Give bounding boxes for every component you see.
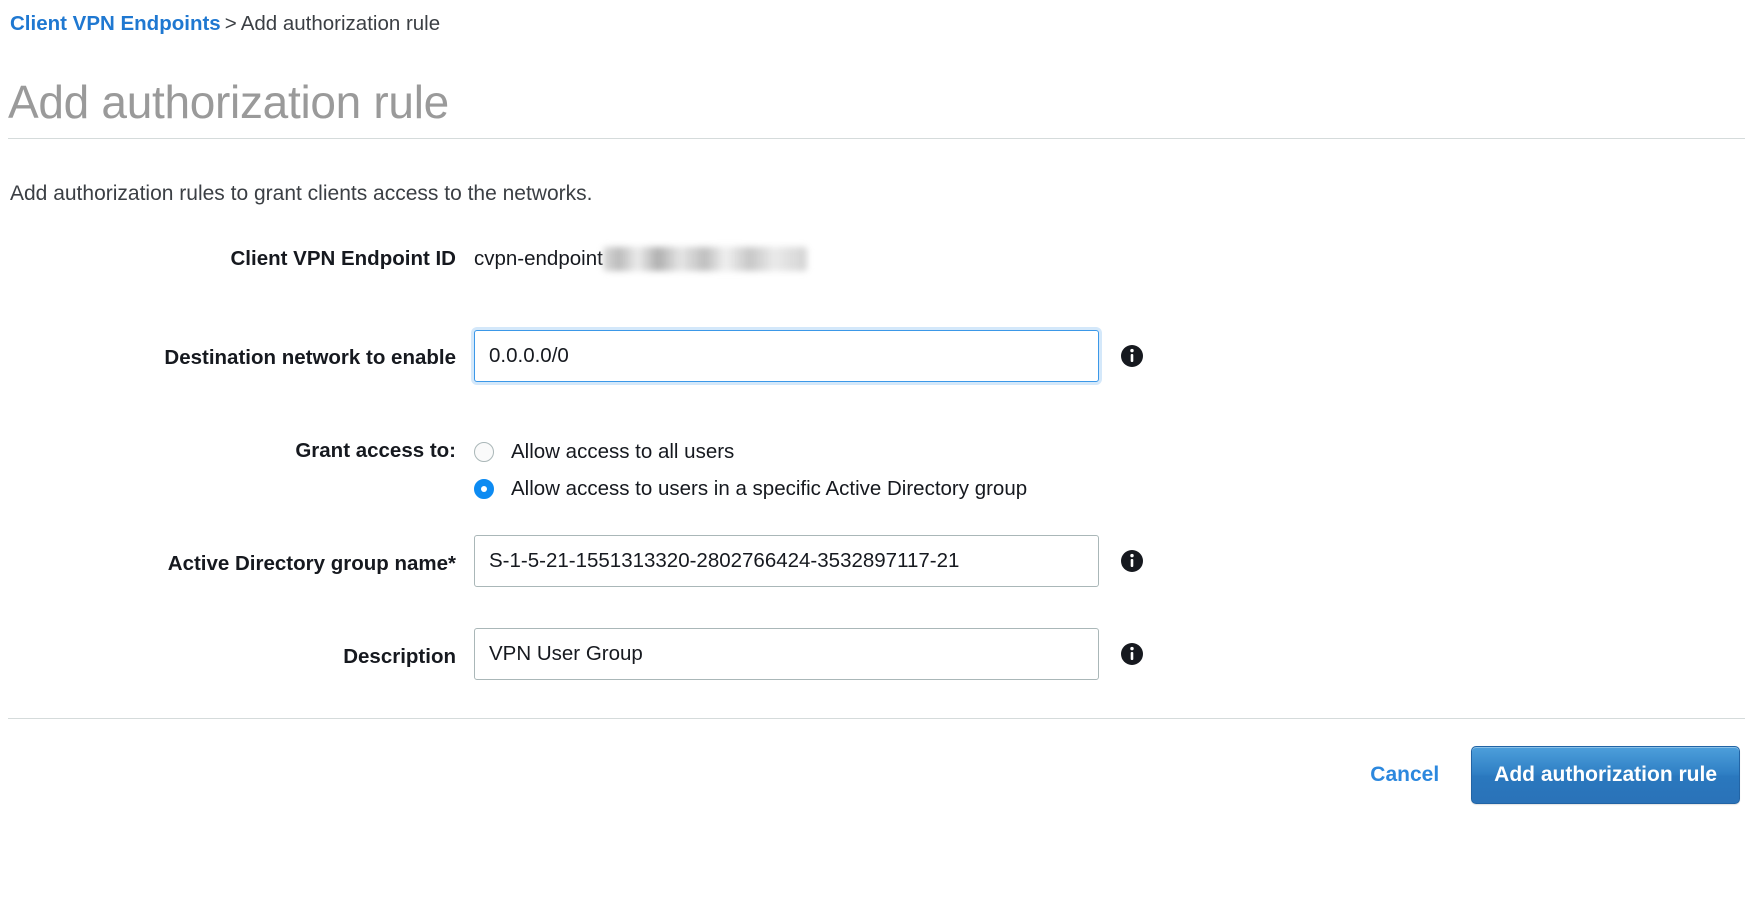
description-control — [474, 628, 1752, 680]
description-label: Description — [0, 628, 474, 669]
form-row-grant-access: Grant access to: Allow access to all use… — [0, 425, 1752, 535]
endpoint-id-value-group: cvpn-endpoint-0aa231 1c0bc008088 — [474, 232, 1752, 271]
endpoint-id-value: cvpn-endpoint-0aa231 1c0bc008088 — [474, 232, 807, 271]
endpoint-id-visible-part: cvpn-endpoint — [474, 247, 603, 270]
grant-access-control: Allow access to all users Allow access t… — [474, 425, 1752, 507]
footer-divider — [8, 718, 1745, 719]
form-row-endpoint-id: Client VPN Endpoint ID cvpn-endpoint-0aa… — [0, 232, 1752, 330]
breadcrumb-separator: > — [225, 12, 237, 35]
description-input[interactable] — [474, 628, 1099, 680]
grant-access-label: Grant access to: — [0, 425, 474, 463]
info-icon[interactable] — [1120, 549, 1144, 573]
radio-allow-ad-group[interactable]: Allow access to users in a specific Acti… — [474, 470, 1027, 507]
radio-allow-all-users[interactable]: Allow access to all users — [474, 433, 1027, 470]
radio-label-allow-all-users: Allow access to all users — [511, 440, 734, 464]
info-icon[interactable] — [1120, 642, 1144, 666]
destination-network-control — [474, 330, 1752, 382]
radio-label-allow-ad-group: Allow access to users in a specific Acti… — [511, 477, 1027, 501]
page-title: Add authorization rule — [8, 72, 449, 132]
form-row-ad-group-name: Active Directory group name* — [0, 535, 1752, 628]
endpoint-id-redacted-part: -0aa231 1c0bc008088 — [603, 247, 807, 271]
breadcrumb-link-client-vpn-endpoints[interactable]: Client VPN Endpoints — [10, 12, 221, 35]
destination-network-input[interactable] — [474, 330, 1099, 382]
grant-access-radio-group: Allow access to all users Allow access t… — [474, 425, 1027, 507]
ad-group-name-input[interactable] — [474, 535, 1099, 587]
destination-network-label: Destination network to enable — [0, 330, 474, 370]
form-row-description: Description — [0, 628, 1752, 718]
form-row-destination-network: Destination network to enable — [0, 330, 1752, 425]
add-authorization-rule-button[interactable]: Add authorization rule — [1471, 746, 1740, 804]
footer-actions: Cancel Add authorization rule — [1352, 746, 1740, 804]
title-divider — [8, 138, 1745, 139]
authorization-rule-form: Client VPN Endpoint ID cvpn-endpoint-0aa… — [0, 232, 1752, 718]
add-authorization-rule-page: Client VPN Endpoints>Add authorization r… — [0, 0, 1752, 904]
radio-mark-allow-ad-group[interactable] — [474, 479, 494, 499]
cancel-button[interactable]: Cancel — [1352, 753, 1457, 797]
ad-group-name-label: Active Directory group name* — [0, 535, 474, 576]
breadcrumb: Client VPN Endpoints>Add authorization r… — [10, 10, 440, 38]
ad-group-name-control — [474, 535, 1752, 587]
endpoint-id-label: Client VPN Endpoint ID — [0, 232, 474, 271]
info-icon[interactable] — [1120, 344, 1144, 368]
radio-mark-allow-all-users[interactable] — [474, 442, 494, 462]
breadcrumb-current: Add authorization rule — [241, 12, 440, 35]
page-intro-text: Add authorization rules to grant clients… — [10, 179, 592, 209]
